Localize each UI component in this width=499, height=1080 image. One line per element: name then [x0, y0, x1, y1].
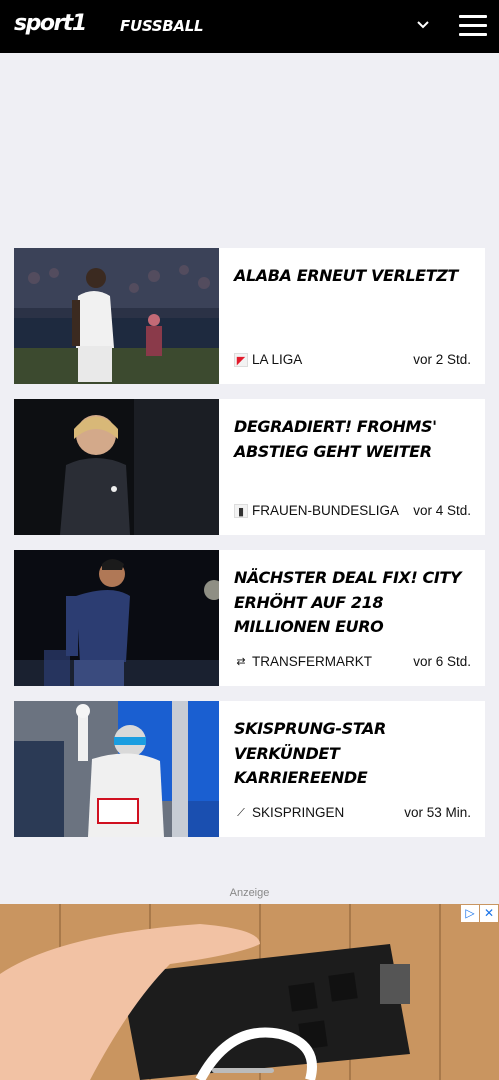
- section-title[interactable]: FUSSBALL: [120, 17, 204, 35]
- adchoices-icon[interactable]: ▷: [461, 905, 479, 922]
- transfer-arrows-icon: ⇄: [236, 655, 246, 668]
- article-card[interactable]: NÄCHSTER DEAL FIX! CITY ERHÖHT AUF 218 M…: [14, 550, 485, 686]
- la-liga-icon: ◤: [234, 352, 248, 367]
- category-label: TRANSFERMARKT: [252, 654, 373, 669]
- category-label: FRAUEN-BUNDESLIGA: [252, 503, 400, 518]
- article-time: vor 2 Std.: [413, 352, 471, 367]
- article-card[interactable]: SKISPRUNG-STAR VERKÜNDET KARRIEREENDE ⟋ …: [14, 701, 485, 837]
- article-category[interactable]: ⇄ TRANSFERMARKT: [234, 654, 372, 669]
- article-headline[interactable]: NÄCHSTER DEAL FIX! CITY ERHÖHT AUF 218 M…: [234, 566, 474, 640]
- frauen-bundesliga-icon: ▮: [234, 503, 248, 518]
- close-icon[interactable]: ✕: [480, 905, 498, 922]
- ad-controls: ▷ ✕: [460, 905, 498, 922]
- ad-image[interactable]: [0, 904, 499, 1080]
- article-category[interactable]: ▮ FRAUEN-BUNDESLIGA: [234, 503, 399, 518]
- article-image-frohms[interactable]: [14, 399, 219, 535]
- article-headline[interactable]: SKISPRUNG-STAR VERKÜNDET KARRIEREENDE: [234, 717, 474, 791]
- article-image-skispringen[interactable]: [14, 701, 219, 837]
- ski-jump-icon: ⟋: [237, 806, 245, 819]
- article-image-city[interactable]: [14, 550, 219, 686]
- chevron-down-icon[interactable]: [412, 14, 434, 36]
- article-image-alaba[interactable]: [14, 248, 219, 384]
- ad-label: Anzeige: [229, 887, 270, 899]
- top-navigation-bar: sport1 FUSSBALL: [0, 0, 499, 53]
- article-time: vor 4 Std.: [413, 503, 471, 518]
- menu-icon[interactable]: [459, 15, 487, 37]
- home-indicator: [212, 1068, 274, 1073]
- article-time: vor 6 Std.: [413, 654, 471, 669]
- article-category[interactable]: ◤ LA LIGA: [234, 352, 302, 367]
- category-label: LA LIGA: [252, 352, 303, 367]
- article-time: vor 53 Min.: [404, 805, 471, 820]
- article-category[interactable]: ⟋ SKISPRINGEN: [234, 805, 344, 820]
- article-headline[interactable]: ALABA ERNEUT VERLETZT: [234, 264, 474, 289]
- advertisement[interactable]: ▷ ✕: [0, 904, 499, 1080]
- article-headline[interactable]: DEGRADIERT! FROHMS' ABSTIEG GEHT WEITER: [234, 415, 474, 464]
- article-card[interactable]: ALABA ERNEUT VERLETZT ◤ LA LIGA vor 2 St…: [14, 248, 485, 384]
- sport1-logo[interactable]: sport1: [14, 11, 87, 36]
- category-label: SKISPRINGEN: [252, 805, 345, 820]
- article-card[interactable]: DEGRADIERT! FROHMS' ABSTIEG GEHT WEITER …: [14, 399, 485, 535]
